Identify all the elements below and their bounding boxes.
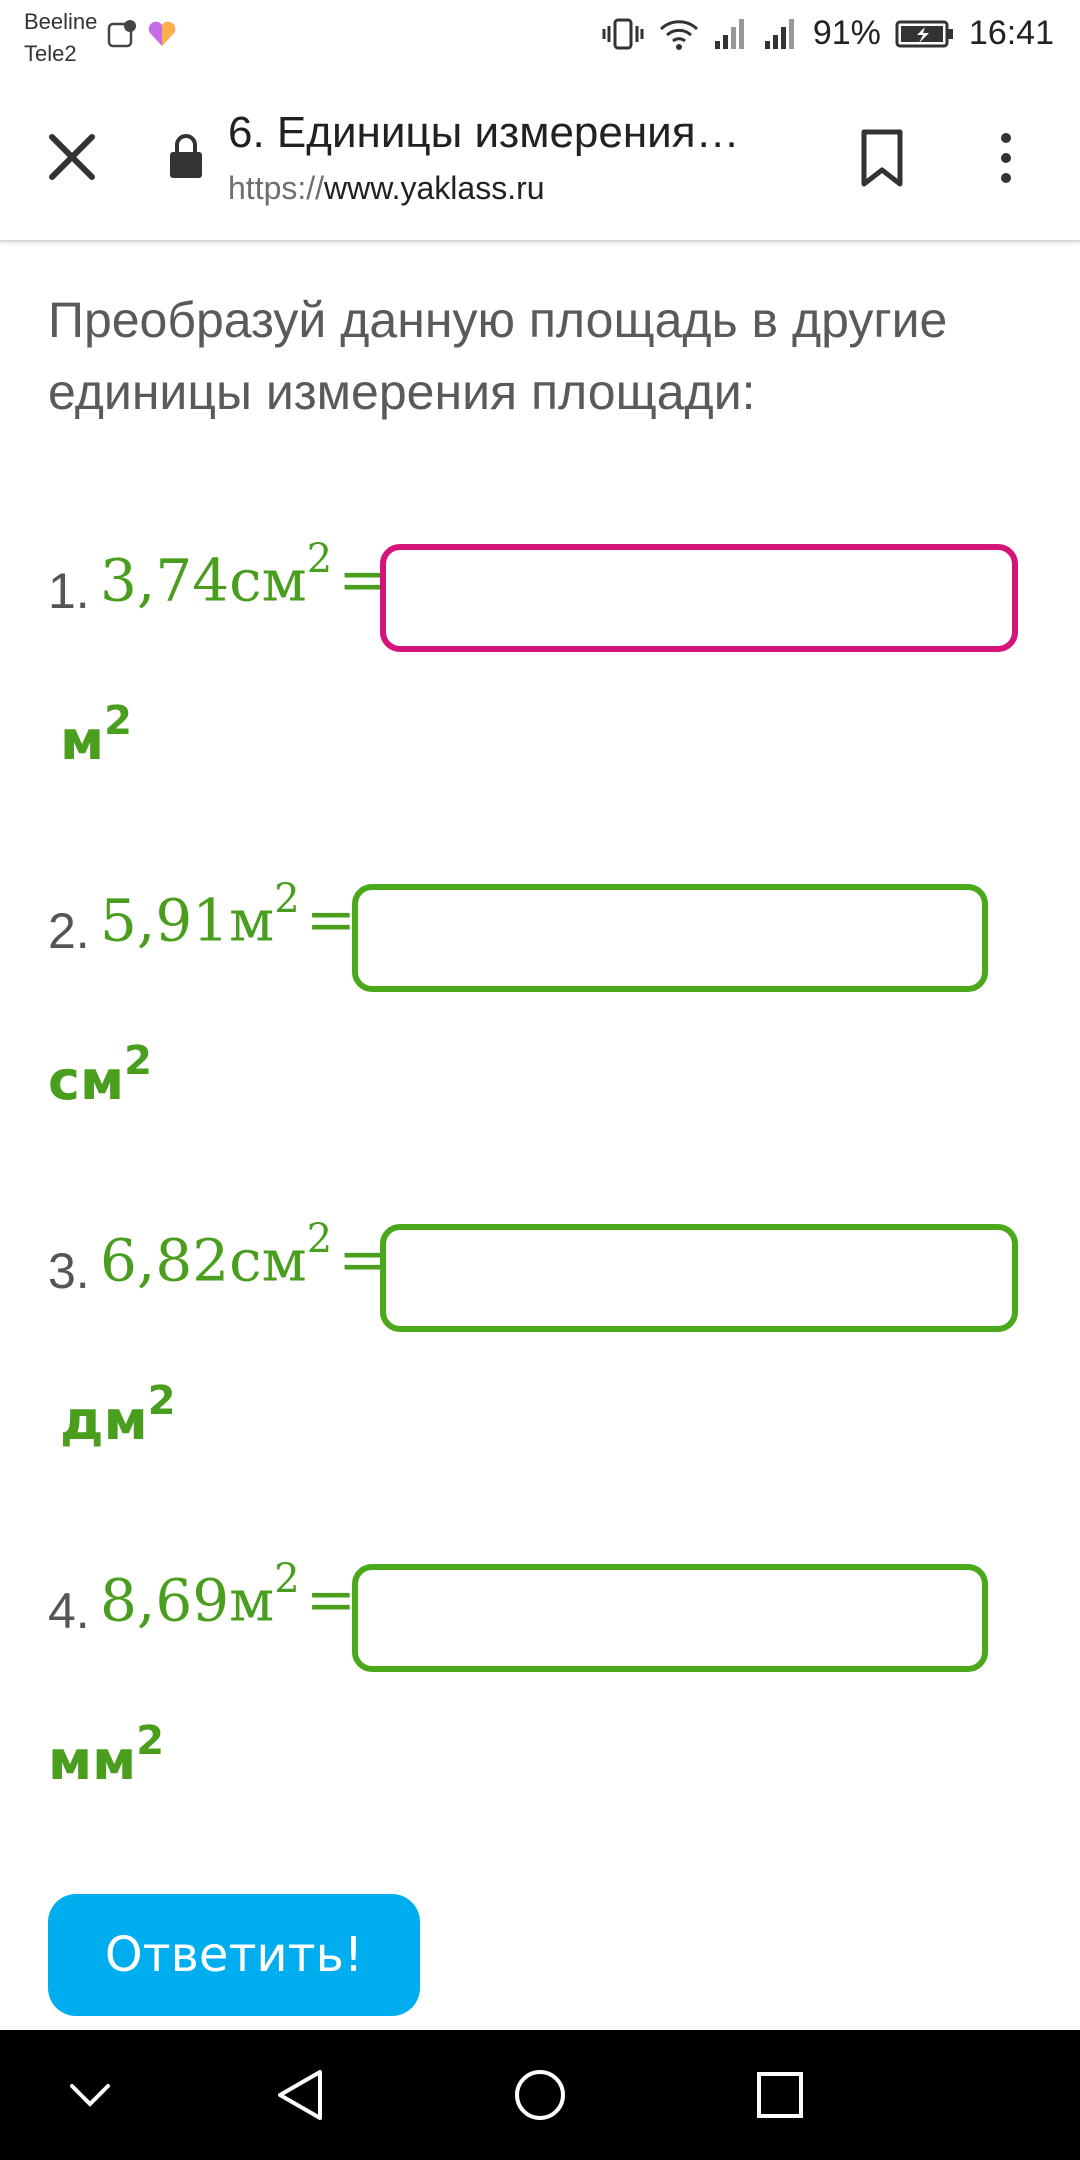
exponent: 2 bbox=[306, 536, 333, 582]
from-unit: см bbox=[229, 1226, 307, 1295]
notification-icons bbox=[106, 18, 178, 50]
unit-label: мм bbox=[48, 1729, 137, 1792]
carrier-2: Tele2 bbox=[24, 41, 77, 66]
chevron-down-icon bbox=[70, 2084, 110, 2107]
task-item-1: 1. 3,74см2 = м2 bbox=[0, 514, 1080, 814]
answer-input-4[interactable] bbox=[352, 1564, 988, 1672]
exercise-content: Преобразуй данную площадь в другие едини… bbox=[0, 244, 1080, 2030]
hide-nav-button[interactable] bbox=[50, 2060, 130, 2130]
from-unit: м bbox=[229, 886, 275, 955]
page-url[interactable]: https://www.yaklass.ru bbox=[228, 170, 545, 207]
heart-app-icon bbox=[148, 21, 176, 46]
unit-label: м bbox=[60, 709, 105, 772]
task-number: 1. bbox=[48, 563, 90, 619]
carrier-1: Beeline bbox=[24, 9, 98, 34]
value: 5,91 bbox=[100, 886, 230, 955]
target-unit: дм2 bbox=[60, 1378, 176, 1452]
task-item-3: 3. 6,82см2 = дм2 bbox=[0, 1194, 1080, 1494]
target-unit: м2 bbox=[60, 698, 132, 772]
wifi-icon bbox=[659, 19, 698, 50]
battery-percent: 91% bbox=[812, 14, 881, 52]
task-expression: 6,82см2 = bbox=[100, 1216, 388, 1295]
task-number: 3. bbox=[48, 1243, 90, 1299]
answer-input-2[interactable] bbox=[352, 884, 988, 992]
value: 8,69 bbox=[100, 1566, 230, 1635]
task-number: 4. bbox=[48, 1583, 90, 1639]
bookmark-button[interactable] bbox=[852, 126, 912, 190]
task-expression: 3,74см2 = bbox=[100, 536, 388, 615]
answer-input-1[interactable] bbox=[380, 544, 1018, 652]
submit-answer-button[interactable]: Ответить! bbox=[48, 1894, 420, 2016]
from-unit: см bbox=[229, 546, 307, 615]
more-vertical-icon bbox=[1001, 133, 1011, 183]
close-icon bbox=[49, 134, 95, 180]
unit-exponent: 2 bbox=[124, 1038, 152, 1084]
browser-toolbar: 6. Единицы измерения… https://www.yaklas… bbox=[0, 70, 1080, 242]
task-expression: 5,91м2 = bbox=[100, 876, 356, 956]
recents-button[interactable] bbox=[740, 2060, 820, 2130]
url-scheme: https:// bbox=[228, 170, 325, 206]
overflow-menu-button[interactable] bbox=[986, 126, 1026, 190]
url-host: www.yaklass.ru bbox=[324, 170, 545, 206]
battery-icon bbox=[895, 20, 953, 47]
home-button[interactable] bbox=[500, 2060, 580, 2130]
signal-icon-sim1 bbox=[714, 18, 744, 49]
close-tab-button[interactable] bbox=[40, 125, 104, 189]
recents-square-icon bbox=[757, 2072, 803, 2118]
target-unit: мм2 bbox=[48, 1718, 164, 1792]
equals-sign: = bbox=[305, 1565, 356, 1636]
from-unit: м bbox=[229, 1566, 275, 1635]
unit-exponent: 2 bbox=[136, 1718, 165, 1764]
unit-exponent: 2 bbox=[104, 698, 132, 744]
page-title: 6. Единицы измерения… bbox=[228, 108, 740, 157]
unit-label: см bbox=[48, 1049, 125, 1112]
system-status: 91% 16:41 bbox=[601, 14, 1054, 53]
carrier-names: Beeline Tele2 bbox=[24, 6, 97, 70]
exponent: 2 bbox=[274, 876, 300, 922]
maps-notification-icon bbox=[107, 20, 136, 48]
exponent: 2 bbox=[306, 1216, 333, 1262]
unit-exponent: 2 bbox=[147, 1378, 176, 1424]
task-number: 2. bbox=[48, 903, 90, 959]
equals-sign: = bbox=[305, 885, 356, 956]
status-bar: Beeline Tele2 91% 16:41 bbox=[0, 0, 1080, 70]
bookmark-icon bbox=[861, 129, 903, 187]
task-item-4: 4. 8,69м2 = мм2 bbox=[0, 1534, 1080, 1834]
target-unit: см2 bbox=[48, 1038, 152, 1112]
value: 6,82 bbox=[100, 1226, 230, 1295]
back-triangle-icon bbox=[278, 2070, 322, 2120]
signal-icon-sim2 bbox=[764, 18, 794, 49]
lock-icon bbox=[168, 132, 204, 180]
clock: 16:41 bbox=[968, 14, 1054, 52]
unit-label: дм bbox=[60, 1389, 148, 1452]
task-item-2: 2. 5,91м2 = см2 bbox=[0, 854, 1080, 1154]
vibrate-icon bbox=[602, 18, 644, 49]
system-navigation-bar bbox=[0, 2030, 1080, 2160]
answer-input-3[interactable] bbox=[380, 1224, 1018, 1332]
task-expression: 8,69м2 = bbox=[100, 1556, 356, 1636]
back-button[interactable] bbox=[260, 2060, 340, 2130]
value: 3,74 bbox=[100, 546, 230, 615]
exponent: 2 bbox=[274, 1556, 300, 1602]
task-instruction: Преобразуй данную площадь в другие едини… bbox=[48, 292, 948, 420]
home-circle-icon bbox=[515, 2070, 565, 2120]
